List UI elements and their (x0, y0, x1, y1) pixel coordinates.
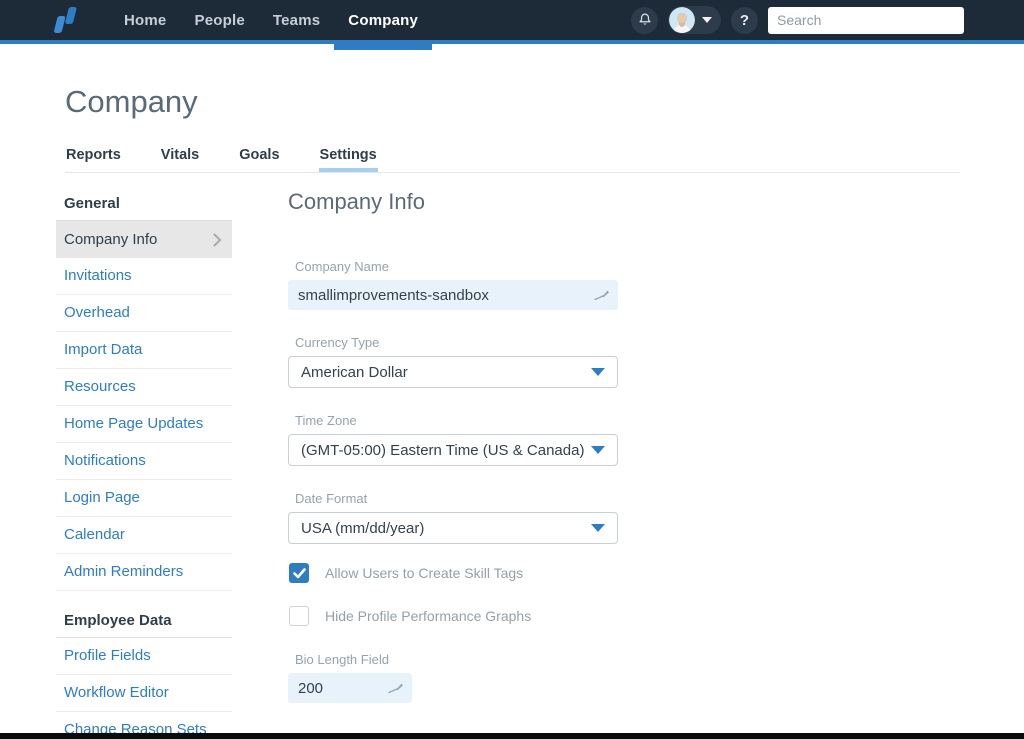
bio-length-field-wrap (288, 673, 497, 703)
hide-graphs-label: Hide Profile Performance Graphs (325, 608, 532, 624)
sidebar-item-invitations[interactable]: Invitations (56, 258, 232, 295)
user-menu[interactable] (668, 6, 721, 34)
currency-type-select[interactable]: American Dollar (288, 356, 618, 388)
sidebar-item-label: Company Info (64, 231, 158, 248)
sidebar-header-employee-data: Employee Data (56, 603, 232, 638)
page-tabs: Reports Vitals Goals Settings (65, 147, 960, 173)
sidebar-item-overhead[interactable]: Overhead (56, 295, 232, 332)
edit-pen-icon[interactable] (594, 288, 610, 302)
tab-vitals[interactable]: Vitals (160, 147, 200, 172)
time-zone-value: (GMT-05:00) Eastern Time (US & Canada) (301, 441, 585, 459)
page-title: Company (65, 84, 198, 119)
chevron-down-icon (591, 446, 605, 454)
sidebar-item-company-info[interactable]: Company Info (56, 221, 232, 258)
company-name-input[interactable] (298, 286, 588, 304)
tab-reports[interactable]: Reports (65, 147, 122, 172)
hide-graphs-checkbox-row[interactable]: Hide Profile Performance Graphs (289, 606, 618, 626)
company-info-panel: Company Info Company Name Currency Type … (288, 186, 618, 739)
date-format-label: Date Format (295, 491, 368, 506)
checkbox-unchecked-icon[interactable] (289, 606, 309, 626)
sidebar-item-calendar[interactable]: Calendar (56, 517, 232, 554)
sidebar-item-login-page[interactable]: Login Page (56, 480, 232, 517)
notifications-bell-button[interactable] (631, 6, 658, 34)
small-improvements-logo-icon[interactable] (48, 3, 82, 37)
sidebar-header-general: General (56, 186, 232, 221)
search-input[interactable] (777, 12, 958, 28)
sidebar-item-profile-fields[interactable]: Profile Fields (56, 638, 232, 675)
date-format-value: USA (mm/dd/year) (301, 519, 425, 537)
chevron-right-icon (213, 232, 222, 247)
global-search (768, 6, 964, 34)
sidebar-item-resources[interactable]: Resources (56, 369, 232, 406)
tab-goals[interactable]: Goals (238, 147, 280, 172)
chevron-down-icon (591, 524, 605, 532)
allow-skill-tags-checkbox-row[interactable]: Allow Users to Create Skill Tags (289, 563, 618, 583)
nav-item-people[interactable]: People (180, 0, 258, 40)
time-zone-select[interactable]: (GMT-05:00) Eastern Time (US & Canada) (288, 434, 618, 466)
edit-pen-icon[interactable] (388, 681, 404, 695)
help-button[interactable]: ? (731, 6, 758, 34)
nav-item-teams[interactable]: Teams (259, 0, 334, 40)
bio-length-label: Bio Length Field (295, 652, 389, 667)
sidebar-item-home-page-updates[interactable]: Home Page Updates (56, 406, 232, 443)
chevron-down-icon (591, 368, 605, 376)
user-avatar (669, 7, 695, 33)
checkbox-checked-icon[interactable] (289, 563, 309, 583)
navbar-right-group: ? (631, 6, 1024, 34)
sidebar-item-workflow-editor[interactable]: Workflow Editor (56, 675, 232, 712)
allow-skill-tags-label: Allow Users to Create Skill Tags (325, 565, 524, 581)
settings-sidebar: General Company Info Invitations Overhea… (56, 186, 232, 739)
sidebar-item-admin-reminders[interactable]: Admin Reminders (56, 554, 232, 591)
company-name-label: Company Name (295, 259, 389, 274)
nav-item-company[interactable]: Company (334, 0, 432, 50)
sidebar-item-import-data[interactable]: Import Data (56, 332, 232, 369)
nav-item-home[interactable]: Home (110, 0, 180, 40)
time-zone-label: Time Zone (295, 413, 357, 428)
sidebar-item-notifications[interactable]: Notifications (56, 443, 232, 480)
bottom-edge-bar (0, 733, 1024, 739)
tab-settings[interactable]: Settings (318, 147, 378, 172)
date-format-select[interactable]: USA (mm/dd/year) (288, 512, 618, 544)
bell-icon (638, 13, 651, 25)
currency-type-label: Currency Type (295, 335, 380, 350)
currency-type-value: American Dollar (301, 363, 408, 381)
chevron-down-icon (702, 17, 712, 23)
company-name-field-wrap (288, 280, 618, 310)
top-navbar: Home People Teams Company ? (0, 0, 1024, 50)
page-body: Company Reports Vitals Goals Settings Ge… (0, 84, 1024, 739)
section-heading: Company Info (288, 189, 425, 214)
